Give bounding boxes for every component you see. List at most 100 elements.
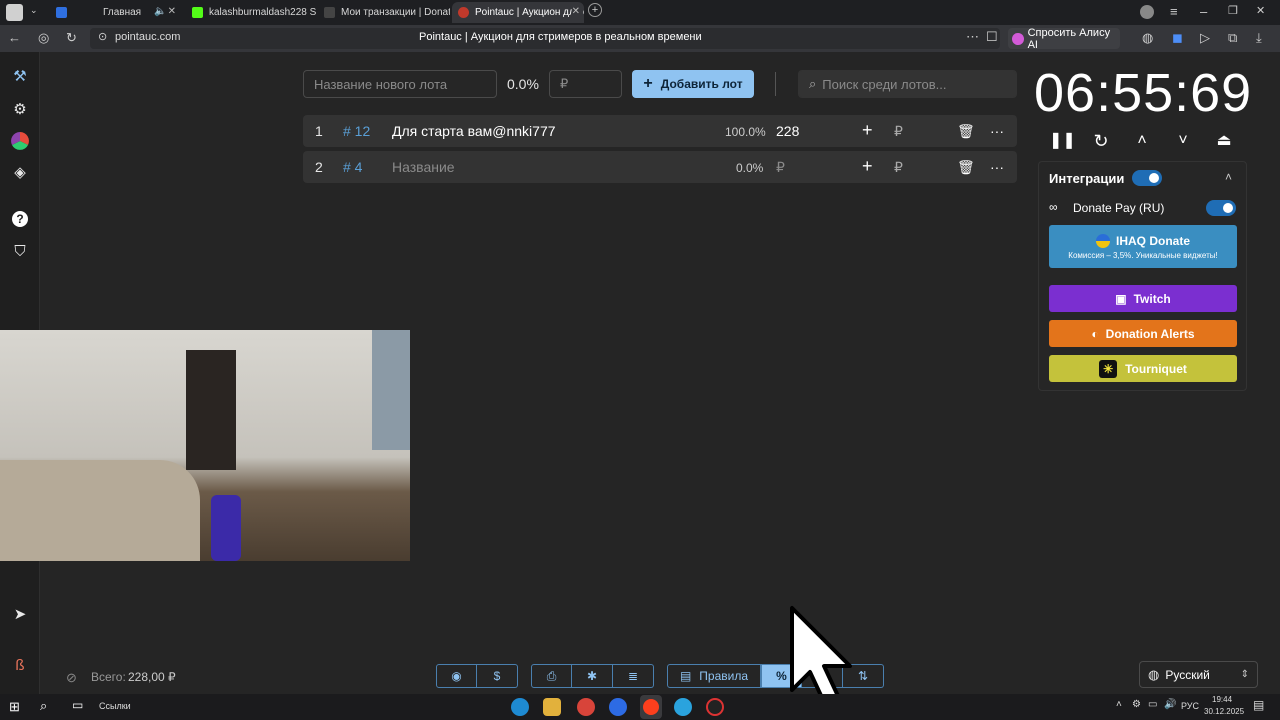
- tab-label: kalashburmaldash228 Stre: [209, 7, 316, 18]
- search-icon[interactable]: ⌕: [40, 698, 47, 714]
- lot-id[interactable]: # 4: [343, 159, 362, 175]
- tab-favicon: [192, 7, 203, 18]
- chrome-icon[interactable]: [577, 698, 595, 716]
- help-icon[interactable]: ?: [8, 207, 32, 231]
- github-icon[interactable]: ◉: [436, 664, 477, 688]
- chevron-up-icon[interactable]: ˄: [1131, 130, 1153, 152]
- lot-name-placeholder: Название нового лота: [314, 76, 448, 92]
- tab-kick[interactable]: kalashburmaldash228 Stre: [186, 2, 316, 23]
- lot-amount-input[interactable]: ₽: [549, 70, 622, 98]
- input-language[interactable]: РУС: [1181, 701, 1199, 711]
- boosty-icon[interactable]: ß: [8, 653, 32, 677]
- clock-date[interactable]: 30.12.2025: [1204, 707, 1244, 716]
- lot-name[interactable]: Для старта вам@nnki777: [392, 123, 556, 139]
- add-amount-icon[interactable]: +: [862, 156, 873, 177]
- close-icon[interactable]: ✕: [571, 6, 580, 17]
- trash-icon[interactable]: 🗑: [957, 123, 975, 140]
- rules-button[interactable]: ▤ Правила: [667, 664, 761, 688]
- lot-amount[interactable]: 228: [776, 123, 799, 139]
- close-icon[interactable]: ✕: [168, 6, 176, 17]
- settings-icon[interactable]: ⚙: [8, 97, 32, 121]
- reload-icon[interactable]: ↻: [66, 30, 77, 46]
- download-icon[interactable]: ⤓: [1256, 30, 1262, 46]
- reset-icon[interactable]: ↻: [1090, 130, 1112, 152]
- lot-row[interactable]: 2 # 4 Название 0.0% ₽ + ₽ 🗑 ···: [303, 151, 1017, 183]
- telegram-icon[interactable]: ➤: [8, 602, 32, 626]
- cast-icon[interactable]: ▷: [1200, 30, 1210, 46]
- add-lot-button[interactable]: + Добавить лот: [632, 70, 754, 98]
- twitch-button[interactable]: ▣ Twitch: [1049, 285, 1237, 312]
- trash-icon[interactable]: 🗑: [957, 159, 975, 176]
- lot-name-input[interactable]: Название нового лота: [303, 70, 497, 98]
- notifications-icon[interactable]: ▤: [1253, 698, 1264, 712]
- back-icon[interactable]: ←: [8, 30, 21, 45]
- chevron-down-icon[interactable]: ˅: [1172, 130, 1194, 152]
- wheel-icon[interactable]: [8, 129, 32, 153]
- hide-icon[interactable]: ⊘: [66, 670, 77, 686]
- yandex-browser-icon[interactable]: [640, 695, 662, 719]
- language-select[interactable]: ◍ Русский ⇕: [1139, 661, 1258, 688]
- maximize-icon[interactable]: ❐: [1228, 4, 1238, 17]
- edge-icon[interactable]: [511, 698, 529, 716]
- network-icon[interactable]: ▭: [1148, 699, 1157, 710]
- lot-row[interactable]: 1 # 12 Для старта вам@nnki777 100.0% 228…: [303, 115, 1017, 147]
- lot-amount[interactable]: ₽: [776, 159, 785, 176]
- app-icon[interactable]: [609, 698, 627, 716]
- eject-icon[interactable]: ⏏: [1213, 130, 1235, 152]
- close-window-icon[interactable]: ✕: [1256, 4, 1265, 17]
- clock-time[interactable]: 19:44: [1212, 695, 1232, 704]
- avatar[interactable]: [1140, 5, 1154, 19]
- bookmark-icon[interactable]: ☐: [986, 29, 998, 45]
- telegram-taskbar-icon[interactable]: [674, 698, 692, 716]
- lot-name[interactable]: Название: [392, 159, 455, 175]
- auction-hammer-icon[interactable]: ⚒: [8, 64, 32, 88]
- add-amount-icon[interactable]: +: [862, 120, 873, 141]
- chevron-down-icon[interactable]: ⌄: [30, 5, 38, 16]
- tray-chevron-icon[interactable]: ˄: [1116, 699, 1122, 710]
- tab-donate[interactable]: Мои транзакции | Donate: [318, 2, 450, 23]
- task-view-icon[interactable]: ▭: [72, 698, 83, 712]
- currency-icon[interactable]: ₽: [894, 123, 903, 140]
- lot-number: 2: [315, 159, 323, 175]
- save-icon[interactable]: ⎙: [531, 664, 572, 688]
- windows-start-icon[interactable]: ⊞: [9, 699, 20, 715]
- pause-icon[interactable]: ❚❚: [1049, 130, 1076, 152]
- translate-icon[interactable]: ◼: [1172, 30, 1183, 46]
- ihaq-donate-button[interactable]: IHAQ Donate Комиссия – 3,5%. Уникальные …: [1049, 225, 1237, 268]
- clear-icon[interactable]: ≣: [613, 664, 654, 688]
- donate-icon[interactable]: $: [477, 664, 518, 688]
- bug-icon[interactable]: ✱: [572, 664, 613, 688]
- links-toolbar[interactable]: Ссылки: [99, 701, 131, 711]
- url-text[interactable]: pointauc.com: [115, 31, 180, 43]
- volume-icon[interactable]: 🔊: [1164, 699, 1176, 710]
- tab-home[interactable]: Главная 🔈 ✕: [50, 2, 180, 23]
- extensions-icon[interactable]: ⧉: [1228, 30, 1237, 46]
- minimize-icon[interactable]: –: [1200, 4, 1207, 19]
- globe-icon[interactable]: ◍: [1142, 30, 1153, 46]
- layers-icon[interactable]: ◈: [8, 160, 32, 184]
- tray-icon[interactable]: ⚙: [1132, 699, 1141, 710]
- shield-check-icon[interactable]: ⛉: [8, 239, 32, 263]
- shield-icon[interactable]: ◎: [38, 30, 49, 46]
- explorer-icon[interactable]: [543, 698, 561, 716]
- menu-icon[interactable]: ≡: [1170, 4, 1178, 19]
- new-tab-icon[interactable]: +: [588, 3, 602, 17]
- rules-icon: ▤: [679, 669, 692, 683]
- currency-icon[interactable]: ₽: [894, 159, 903, 176]
- more-icon[interactable]: ···: [990, 123, 1004, 139]
- more-icon[interactable]: ···: [990, 159, 1004, 175]
- integrations-toggle[interactable]: [1132, 170, 1162, 186]
- alice-button[interactable]: Спросить Алису AI: [1008, 27, 1120, 51]
- obs-icon[interactable]: [706, 698, 724, 716]
- chevron-updown-icon: ⇕: [1240, 669, 1249, 680]
- browser-menu-icon[interactable]: [6, 4, 23, 21]
- more-icon[interactable]: ⋯: [966, 29, 979, 45]
- total-label: Всего:: [91, 670, 126, 684]
- donate-pay-toggle[interactable]: [1206, 200, 1236, 216]
- donation-alerts-button[interactable]: ◐ Donation Alerts: [1049, 320, 1237, 347]
- tab-pointauc[interactable]: Pointauc | Аукцион для с ✕: [452, 2, 584, 23]
- search-input[interactable]: ⌕ Поиск среди лотов...: [798, 70, 1017, 98]
- tourniquet-button[interactable]: ✳ Tourniquet: [1049, 355, 1237, 382]
- chevron-up-icon[interactable]: ˄: [1225, 170, 1232, 184]
- lot-id[interactable]: # 12: [343, 123, 370, 139]
